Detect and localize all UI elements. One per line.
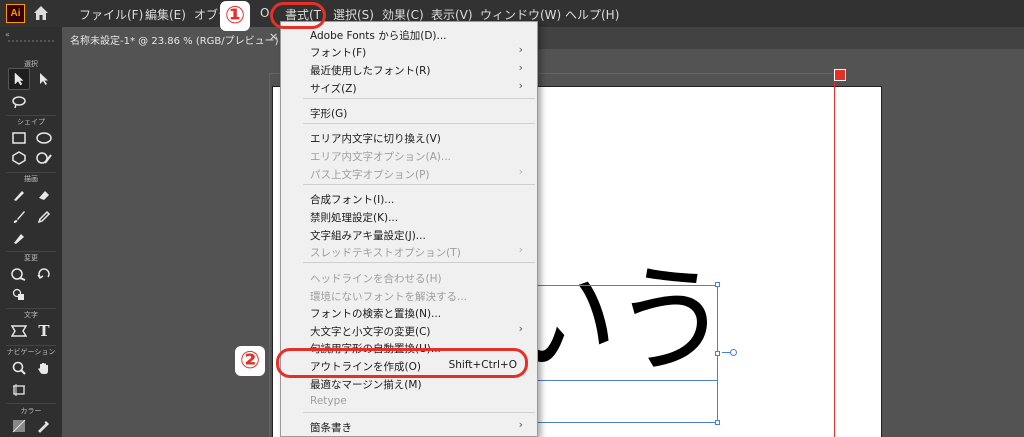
document-tab-title: 名称未設定-1* @ 23.86 % (RGB/プレビュー) [70,36,279,47]
tool-section-shape: シェイプ [17,118,45,126]
submenu-arrow-icon: › [518,61,523,74]
direct-selection-tool-icon[interactable] [33,68,55,90]
step2-number-badge: ② [235,346,265,376]
eraser-tool-icon[interactable] [33,184,55,206]
artboard-corner-marker[interactable] [834,69,846,81]
menu-separator [303,262,535,263]
toolbar-divider [6,172,56,173]
document-tab[interactable]: 名称未設定-1* @ 23.86 % (RGB/プレビュー) × [62,27,285,49]
menu-item-bullets[interactable]: 箇条書き › [281,417,537,436]
illustrator-logo-icon: Ai [6,4,25,23]
menu-item-retype: Retype [310,395,347,407]
menu-item-composite-fonts[interactable]: 合成フォント(I)... [281,189,537,208]
menu-item-size[interactable]: サイズ(Z) › [281,78,537,97]
selection-handle[interactable] [715,282,720,287]
submenu-arrow-icon: › [518,322,523,335]
blob-brush-tool-icon[interactable] [8,227,30,249]
tool-section-type: 文字 [24,311,38,319]
menu-help[interactable]: ヘルプ(H) [565,6,619,23]
step1-number-badge: ① [220,1,250,31]
submenu-arrow-icon: › [518,43,523,56]
menu-item-font[interactable]: フォント(F) › [281,42,537,61]
close-tab-icon[interactable]: × [269,30,278,43]
menu-item-recent-fonts[interactable]: 最近使用したフォント(R) › [281,60,537,79]
tool-section-transform: 変更 [24,254,38,262]
shaper-tool-icon[interactable] [33,147,55,169]
toolbar-divider [6,251,56,252]
submenu-arrow-icon: › [518,165,523,178]
menu-item-threaded-text: スレッドテキストオプション(T) › [310,243,523,259]
menu-file[interactable]: ファイル(F) [79,6,143,23]
eyedropper-tool-icon[interactable] [33,415,55,437]
document-tab-strip: 名称未設定-1* @ 23.86 % (RGB/プレビュー) × [62,27,1024,49]
toolbar-divider [6,308,56,309]
menu-item-glyphs[interactable]: 字形(G) [281,103,537,122]
home-icon[interactable] [33,5,49,25]
submenu-arrow-icon: › [518,243,523,256]
tool-section-draw: 描画 [24,175,38,183]
tool-section-navigation: ナビゲーション [6,348,56,356]
menu-item-area-type-options: エリア内文字オプション(A)... [310,151,451,163]
gradient-tool-icon[interactable] [8,415,30,437]
shape-builder-tool-icon[interactable] [8,284,30,306]
menu-item-fit-headline: ヘッドラインを合わせる(H) [310,273,442,285]
lasso-tool-icon[interactable] [8,91,30,113]
menu-item-type-on-path: パス上文字オプション(P) › [310,165,523,181]
step1-highlight-ring [270,2,326,29]
menu-hidden-letter[interactable]: O [260,6,269,20]
artboard-tool-icon[interactable] [8,379,30,401]
menu-separator [303,123,535,124]
zoom-tool-icon[interactable] [8,357,30,379]
panel-grip[interactable] [8,40,54,42]
toolbar-divider [6,115,56,116]
hand-tool-icon[interactable] [33,357,55,379]
toolbar-divider [6,403,56,404]
menu-separator [303,412,535,413]
selection-tool-icon[interactable] [8,68,30,90]
polygon-tool-icon[interactable] [8,147,30,169]
menu-item-kinsoku-settings[interactable]: 禁則処理設定(K)... [281,207,537,226]
tools-panel: « 選択 シェイプ 描画 変更 文字 T ナビゲーション カラー [0,27,62,437]
collapse-panel-icon[interactable]: « [5,30,10,39]
selection-handle[interactable] [715,351,720,356]
step2-highlight-ring [276,348,528,378]
ellipse-tool-icon[interactable] [33,127,55,149]
toolbar-divider [6,345,56,346]
pen-tool-icon[interactable] [8,184,30,206]
puppet-warp-tool-icon[interactable] [8,320,30,342]
type-tool-glyph: T [38,322,50,340]
rotate-tool-icon[interactable] [33,263,55,285]
menu-item-find-replace-font[interactable]: フォントの検索と置換(N)... [281,303,537,322]
menu-edit[interactable]: 編集(E) [145,6,186,23]
selection-handle[interactable] [715,420,720,425]
brush-tool-icon[interactable] [8,206,30,228]
submenu-arrow-icon: › [518,418,523,431]
menu-separator [303,184,535,185]
menu-item-convert-area-type[interactable]: エリア内文字に切り換え(V) [281,128,537,147]
pencil-tool-icon[interactable] [33,206,55,228]
type-tool-icon[interactable]: T [33,320,55,342]
rotation-handle[interactable] [730,349,737,356]
illustrator-window: Ai ファイル(F) 編集(E) オブジ O 書式(T) 選択(S) 効果(C)… [0,0,1024,437]
canvas-area[interactable]: いう [62,49,1024,437]
rectangle-tool-icon[interactable] [8,127,30,149]
submenu-arrow-icon: › [518,79,523,92]
menu-separator [303,98,535,99]
width-tool-icon[interactable] [8,263,30,285]
